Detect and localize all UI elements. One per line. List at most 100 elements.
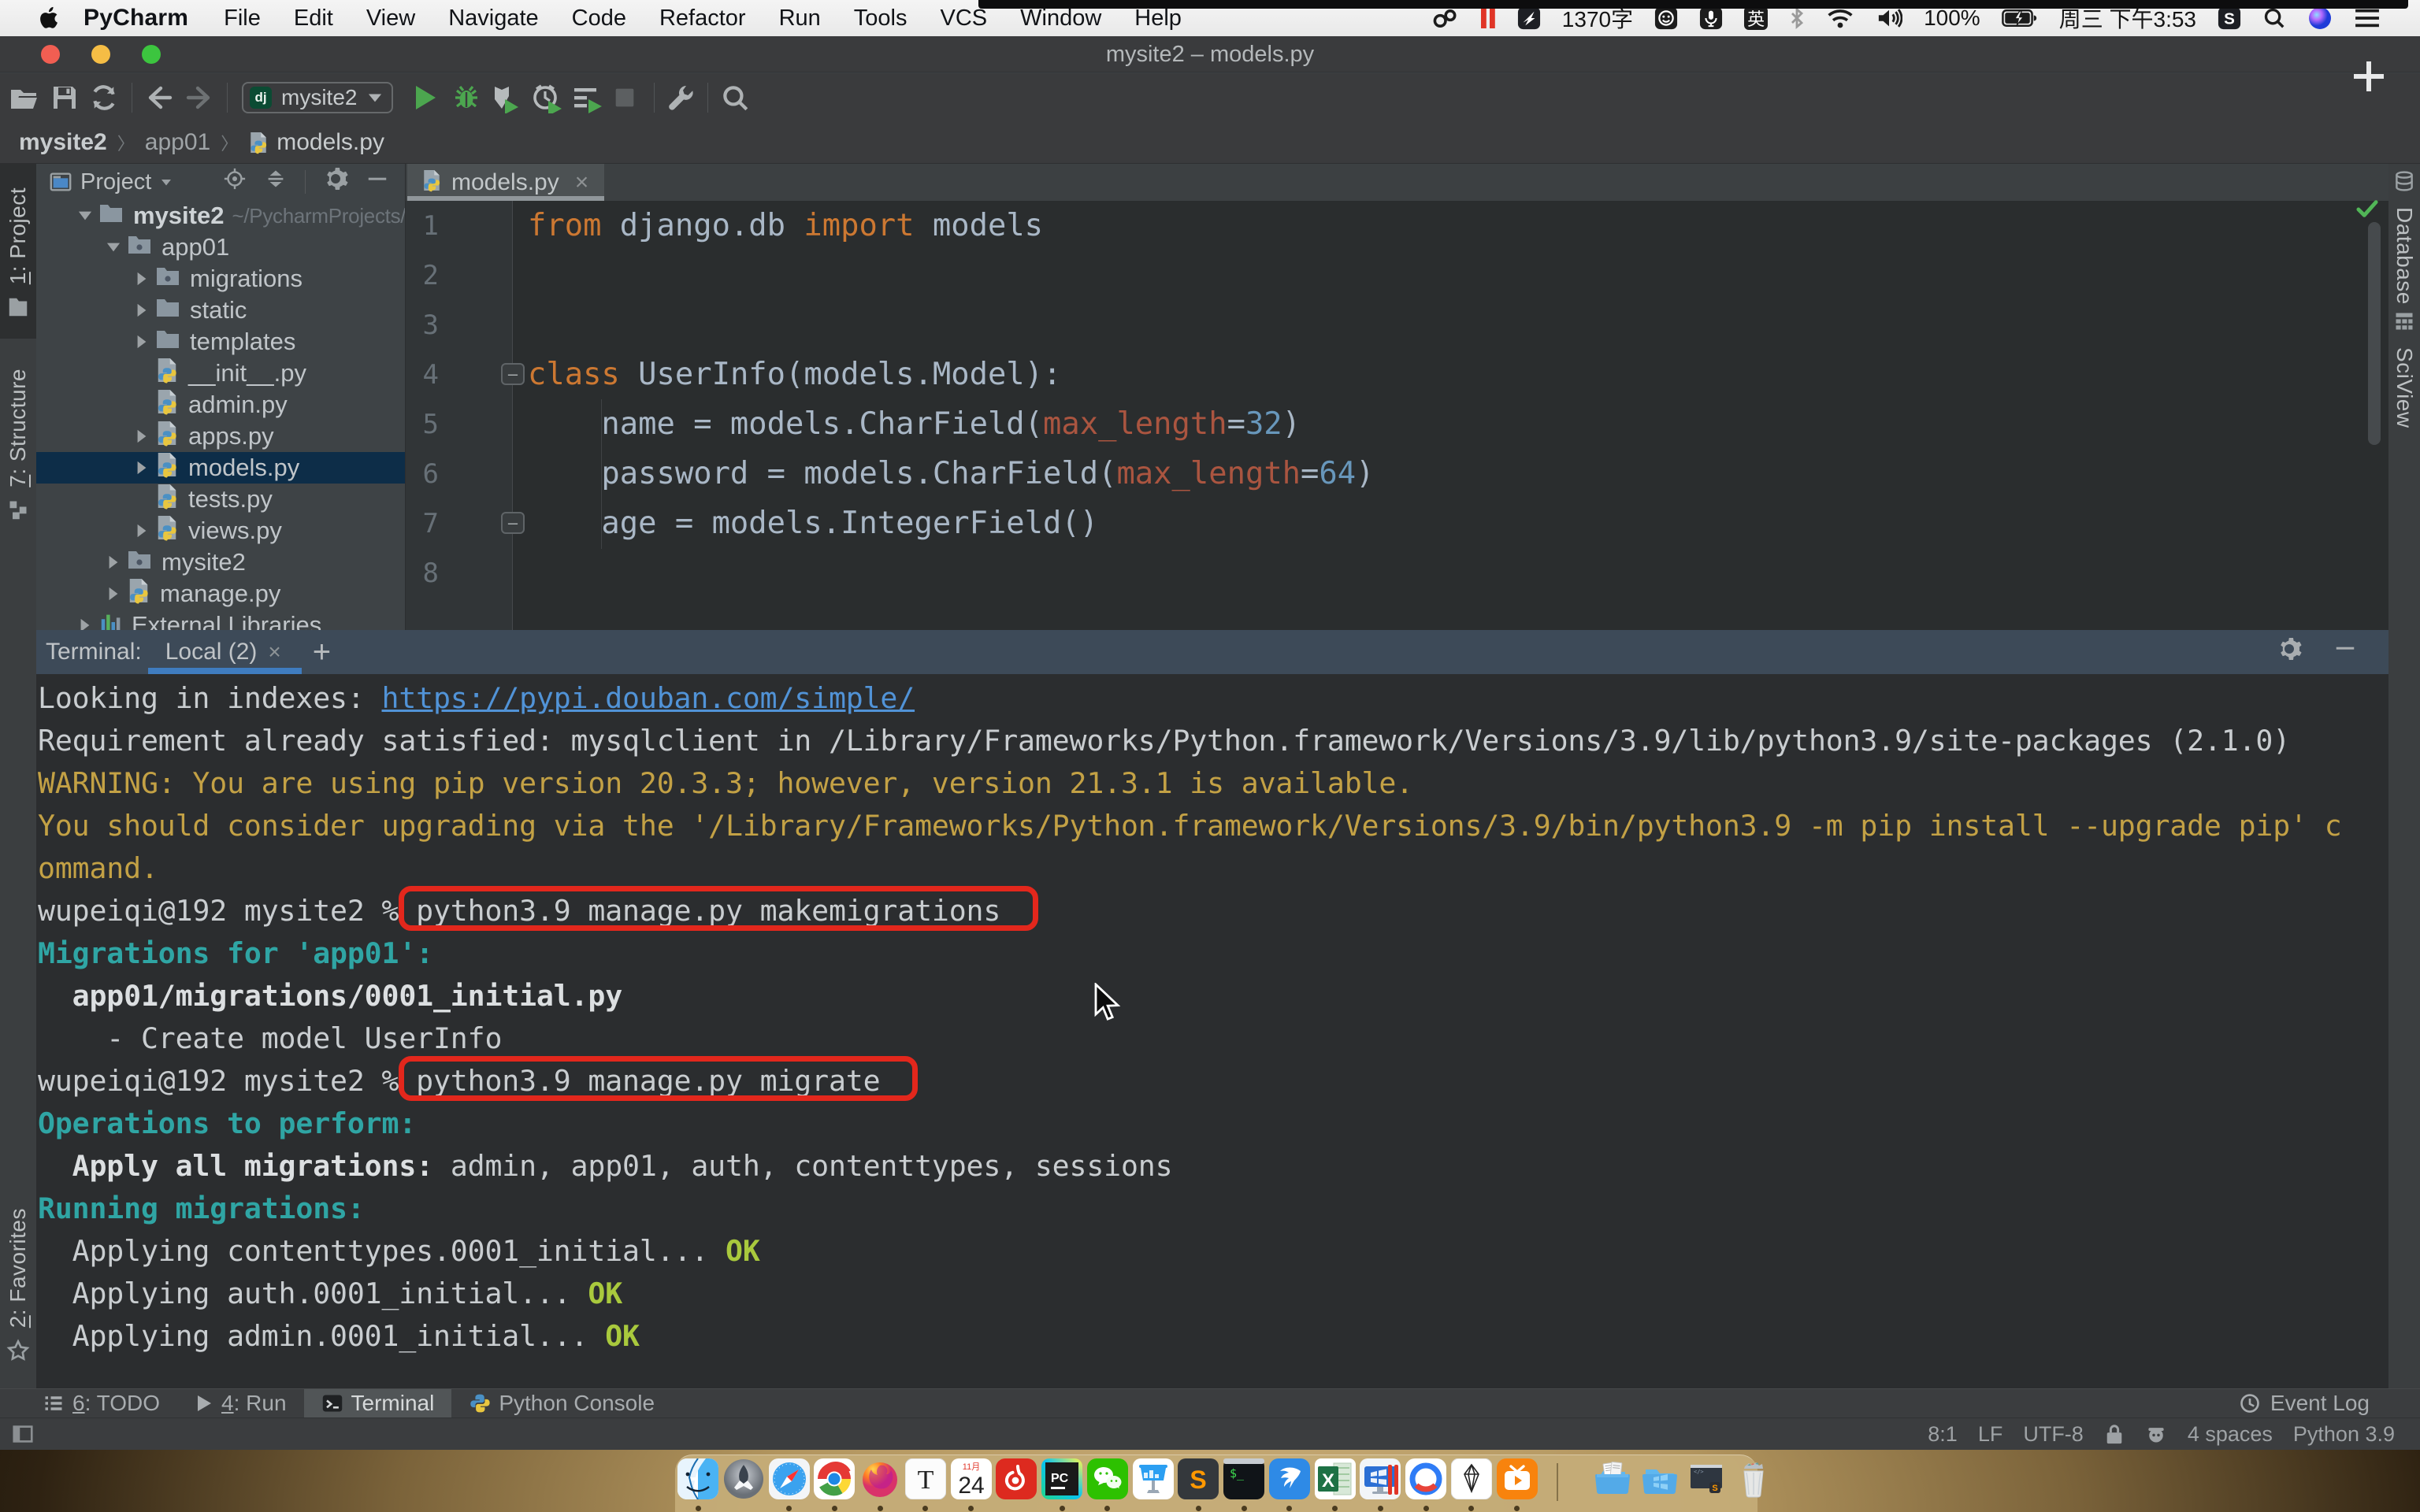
gear-icon[interactable]: [323, 166, 348, 198]
toolbar-item-terminal[interactable]: Terminal: [304, 1389, 452, 1418]
menu-app-name[interactable]: PyCharm: [66, 5, 207, 32]
profiler-button[interactable]: [531, 82, 562, 113]
tree-collapsed-arrow-icon[interactable]: [72, 617, 98, 630]
dock-dingtalk-icon[interactable]: [1269, 1458, 1313, 1503]
terminal-settings-gear-icon[interactable]: [2277, 636, 2302, 668]
breadcrumb-mysite2[interactable]: mysite2: [19, 129, 107, 156]
recording-pause-icon[interactable]: [1480, 6, 1496, 30]
collapse-all-icon[interactable]: [264, 167, 288, 197]
tree-collapsed-arrow-icon[interactable]: [128, 428, 155, 445]
dock-sublime-icon[interactable]: S: [1178, 1458, 1222, 1503]
control-center-icon[interactable]: [2354, 7, 2381, 29]
code-line[interactable]: age = models.IntegerField(): [528, 498, 1098, 548]
close-tab-icon[interactable]: ×: [569, 169, 589, 196]
spotlight-icon[interactable]: [2262, 6, 2286, 30]
breadcrumb-models.py[interactable]: models.py: [248, 129, 384, 156]
sogou-icon[interactable]: S: [2218, 6, 2241, 30]
tree-item-mysite2[interactable]: mysite2: [36, 547, 406, 578]
tree-collapsed-arrow-icon[interactable]: [128, 522, 155, 539]
tree-expanded-arrow-icon[interactable]: [100, 240, 127, 254]
dock-folder-windows-icon[interactable]: [1639, 1458, 1683, 1503]
caret-position[interactable]: 8:1: [1928, 1422, 1958, 1447]
tree-collapsed-arrow-icon[interactable]: [128, 270, 155, 287]
indent-setting[interactable]: 4 spaces: [2188, 1422, 2273, 1447]
search-everywhere-button[interactable]: [720, 83, 750, 113]
tree-item-tests-py[interactable]: tests.py: [36, 484, 406, 515]
menu-window[interactable]: Window: [1004, 6, 1118, 32]
run-manage-py-task-button[interactable]: [571, 82, 603, 113]
sync-button[interactable]: [89, 83, 119, 113]
dock-keynote-icon[interactable]: [1133, 1458, 1177, 1503]
tree-item-app01[interactable]: app01: [36, 232, 406, 263]
toolbar-item--todo[interactable]: 6: TODO: [25, 1389, 177, 1418]
dock-firefox-icon[interactable]: [859, 1458, 904, 1503]
lock-icon[interactable]: [2104, 1423, 2125, 1445]
editor-scrollbar[interactable]: [2368, 222, 2381, 445]
fold-marker-icon[interactable]: –: [501, 363, 525, 385]
code-line[interactable]: name = models.CharField(max_length=32): [528, 399, 1301, 449]
bluetooth-icon[interactable]: [1789, 6, 1805, 30]
run-with-coverage-button[interactable]: [488, 82, 520, 113]
navigate-back-button[interactable]: [143, 83, 175, 112]
tree-collapsed-arrow-icon[interactable]: [128, 302, 155, 319]
tree-item-admin-py[interactable]: admin.py: [36, 389, 406, 421]
tree-expanded-arrow-icon[interactable]: [72, 209, 98, 223]
bird-icon[interactable]: [1517, 6, 1541, 30]
dock-parallels-icon[interactable]: [1360, 1458, 1404, 1503]
fold-marker-icon[interactable]: –: [501, 512, 525, 534]
hide-panel-icon[interactable]: [366, 167, 389, 197]
wifi-icon[interactable]: [1826, 7, 1854, 29]
hector-inspector-icon[interactable]: [2145, 1423, 2167, 1445]
save-all-button[interactable]: [50, 83, 79, 112]
sidebar-item-project[interactable]: 1: Project: [0, 164, 36, 339]
code-line[interactable]: password = models.CharField(max_length=6…: [528, 449, 1374, 498]
tab-models-py[interactable]: models.py ×: [407, 164, 604, 201]
toolwindow-toggle-icon[interactable]: [0, 1422, 35, 1446]
dock-baidu-netdisk-icon[interactable]: [1405, 1458, 1449, 1503]
dock-safari-icon[interactable]: [769, 1458, 813, 1503]
emoji-icon[interactable]: [1654, 6, 1678, 30]
dock-video-app-icon[interactable]: [1497, 1458, 1541, 1503]
hide-terminal-icon[interactable]: [2333, 636, 2357, 668]
dictation-mic-icon[interactable]: [1699, 6, 1723, 30]
close-terminal-tab-icon[interactable]: ×: [268, 639, 280, 665]
line-separator[interactable]: LF: [1978, 1422, 2003, 1447]
dock-doc-sublime-icon[interactable]: </>S: [1686, 1458, 1730, 1503]
menu-vcs[interactable]: VCS: [924, 6, 1004, 32]
stop-button[interactable]: [611, 84, 638, 111]
dock-chrome-icon[interactable]: [814, 1458, 858, 1503]
siri-icon[interactable]: [2307, 6, 2333, 31]
debug-button[interactable]: [451, 82, 482, 113]
menubar-text-10[interactable]: 100%: [1924, 6, 1980, 31]
dock-finder-icon[interactable]: [677, 1458, 722, 1503]
tree-item-views-py[interactable]: views.py: [36, 515, 406, 547]
code-line[interactable]: class UserInfo(models.Model):: [528, 350, 1061, 399]
tree-item-static[interactable]: static: [36, 295, 406, 326]
dock-trash-icon[interactable]: [1733, 1458, 1777, 1503]
file-encoding[interactable]: UTF-8: [2023, 1422, 2084, 1447]
dock-iterm-icon[interactable]: $_: [1223, 1458, 1268, 1503]
dock-folder-docs-icon[interactable]: [1592, 1458, 1636, 1503]
menu-file[interactable]: File: [207, 6, 277, 32]
battery-icon[interactable]: [2002, 8, 2038, 28]
tree-item-migrations[interactable]: migrations: [36, 263, 406, 295]
window-title-bar[interactable]: mysite2 – models.py: [0, 36, 2420, 72]
menu-code[interactable]: Code: [555, 6, 643, 32]
apple-menu-icon[interactable]: [30, 6, 66, 30]
menu-view[interactable]: View: [350, 6, 432, 32]
tree-collapsed-arrow-icon[interactable]: [128, 459, 155, 476]
tree-collapsed-arrow-icon[interactable]: [100, 585, 127, 602]
tree-item-mysite2[interactable]: mysite2~/PycharmProjects/gx: [36, 200, 406, 232]
dock-pycharm-icon[interactable]: PC: [1041, 1458, 1086, 1503]
tree-item--init-py[interactable]: __init__.py: [36, 358, 406, 389]
sidebar-item-favorites[interactable]: 2: Favorites: [0, 1200, 36, 1376]
navigate-forward-button[interactable]: [184, 83, 215, 112]
dock-excel-icon[interactable]: X: [1315, 1458, 1359, 1503]
tree-collapsed-arrow-icon[interactable]: [100, 554, 127, 571]
tree-item-external-libraries[interactable]: External Libraries: [36, 610, 406, 630]
menu-help[interactable]: Help: [1118, 6, 1198, 32]
menu-tools[interactable]: Tools: [837, 6, 924, 32]
tree-item-models-py[interactable]: models.py: [36, 452, 406, 484]
project-view-selector[interactable]: Project: [36, 169, 173, 195]
dock-launchpad-icon[interactable]: [723, 1458, 767, 1503]
